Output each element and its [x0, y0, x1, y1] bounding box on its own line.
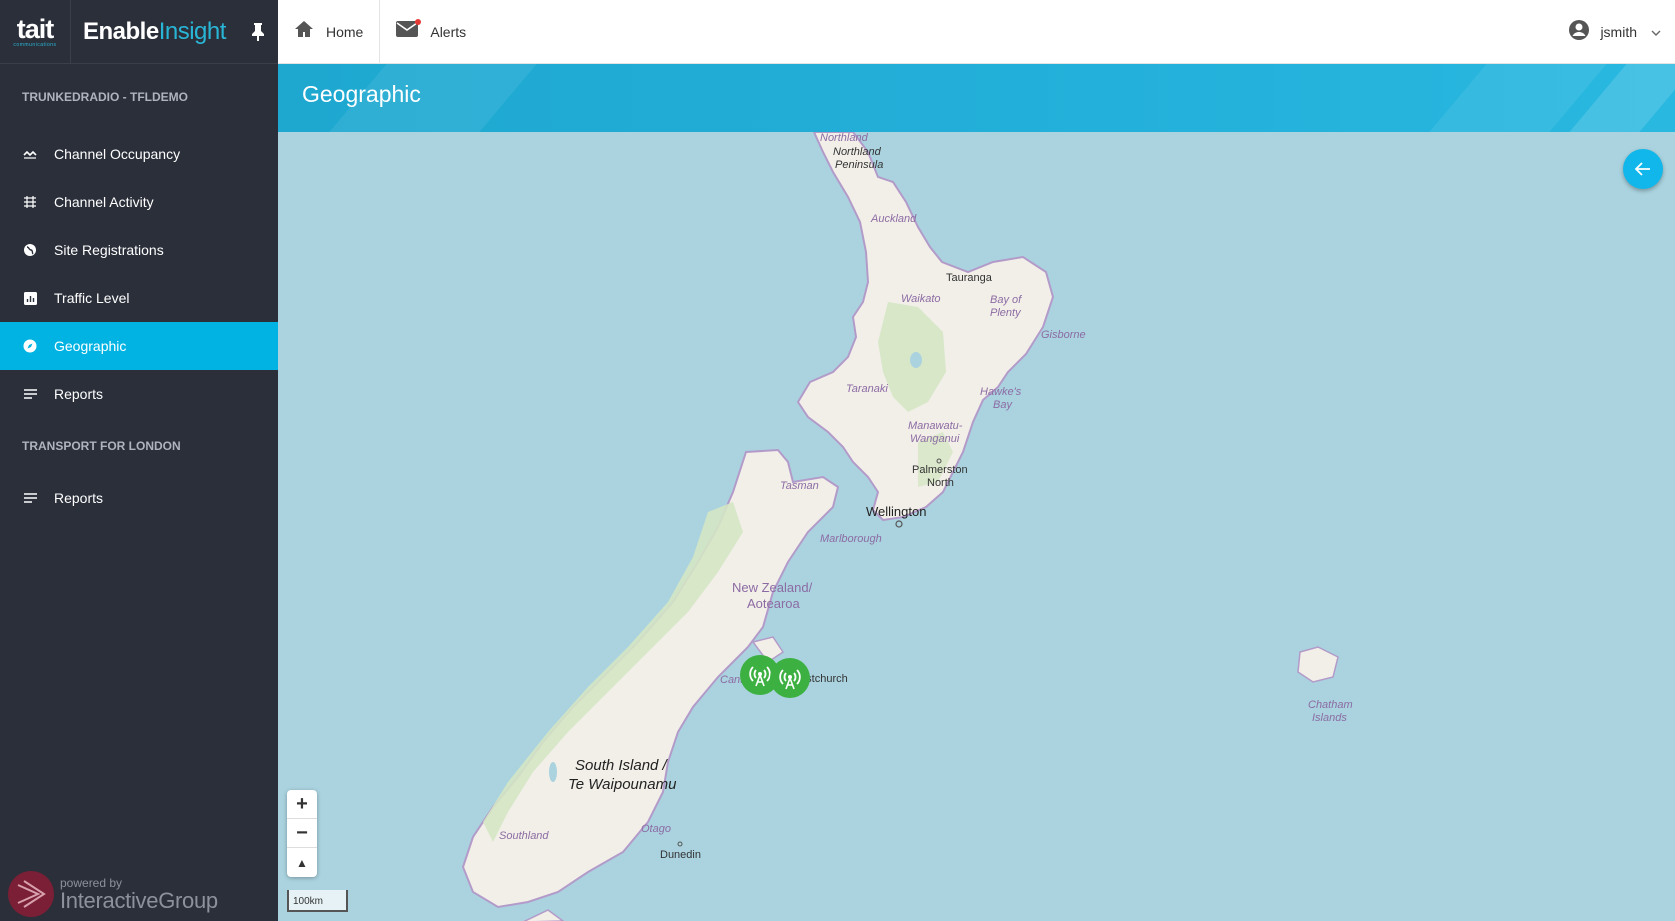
label-waikato: Waikato	[901, 293, 941, 305]
label-wellington: Wellington	[866, 504, 926, 519]
label-tauranga: Tauranga	[946, 272, 993, 284]
chatham-islands-shape	[1297, 646, 1339, 683]
label-otago: Otago	[641, 823, 671, 835]
radio-site-marker[interactable]	[770, 658, 810, 698]
zoom-in-button[interactable]: +	[287, 790, 317, 819]
sidebar-item-channel-occupancy[interactable]: Channel Occupancy	[0, 130, 278, 178]
label-northland: Northland	[820, 132, 869, 144]
bar-chart-icon	[22, 290, 38, 306]
sidebar-item-geographic[interactable]: Geographic	[0, 322, 278, 370]
sidebar-item-label: Geographic	[54, 338, 127, 354]
tait-logo-text: tait	[16, 13, 54, 44]
tait-logo[interactable]: tait communications	[0, 0, 71, 64]
label-hawkes-bay-1: Hawke's	[980, 386, 1022, 398]
top-bar: Home Alerts jsmith	[278, 0, 1675, 64]
label-bay-of-plenty-2: Plenty	[990, 307, 1022, 319]
home-icon	[294, 20, 314, 43]
radio-tower-icon	[779, 669, 801, 690]
zoom-out-button[interactable]: −	[287, 819, 317, 848]
lake-taupo	[910, 352, 922, 368]
alert-indicator	[415, 19, 422, 25]
label-palmerston-1: Palmerston	[912, 464, 968, 476]
label-marlborough: Marlborough	[820, 533, 882, 545]
label-chatham-1: Chatham	[1308, 699, 1353, 711]
label-south-island-1: South Island /	[575, 757, 669, 774]
sidebar-item-label: Traffic Level	[54, 290, 130, 306]
label-manawatu-1: Manawatu-	[908, 420, 963, 432]
sidebar-item-label: Reports	[54, 386, 104, 402]
sidebar-item-channel-activity[interactable]: Channel Activity	[0, 178, 278, 226]
radio-tower-icon	[749, 666, 771, 687]
app-name-part2: Insight	[158, 17, 227, 45]
sidebar-item-reports[interactable]: Reports	[0, 370, 278, 418]
label-northland-peninsula-1: Northland	[833, 146, 882, 158]
label-northland-peninsula-2: Peninsula	[835, 159, 883, 171]
tait-logo-tagline: communications	[13, 41, 57, 48]
compass-icon	[22, 338, 38, 354]
label-chatham-2: Islands	[1312, 712, 1347, 724]
user-name: jsmith	[1600, 24, 1637, 40]
list-icon	[22, 386, 38, 402]
sidebar-item-label: Site Registrations	[54, 242, 164, 258]
label-manawatu-2: Wanganui	[910, 433, 960, 445]
label-dunedin: Dunedin	[660, 849, 701, 861]
sidebar-item-traffic-level[interactable]: Traffic Level	[0, 274, 278, 322]
map-base-layer: Northland Auckland Waikato Bay of Plenty…	[461, 132, 1353, 921]
scale-bar: 100km	[287, 890, 348, 912]
brand-bar: tait communications EnableInsight	[0, 0, 278, 64]
wellington-dot	[895, 520, 903, 528]
sidebar: tait communications EnableInsight TRUNKE…	[0, 0, 278, 921]
label-gisborne: Gisborne	[1041, 329, 1086, 341]
occupancy-icon	[22, 146, 38, 162]
dunedin-dot	[677, 841, 683, 847]
reset-north-button[interactable]: ▲	[287, 848, 317, 877]
chevron-down-icon	[1651, 23, 1661, 41]
arrow-left-icon	[1635, 162, 1650, 176]
label-nz-2: Aotearoa	[747, 596, 801, 611]
label-southland: Southland	[499, 830, 549, 842]
home-button[interactable]: Home	[278, 0, 381, 64]
home-label: Home	[326, 23, 364, 40]
label-auckland: Auckland	[870, 213, 917, 225]
pin-icon[interactable]	[238, 22, 278, 41]
app-name-part1: Enable	[83, 17, 159, 45]
label-bay-of-plenty-1: Bay of	[990, 294, 1022, 306]
label-palmerston-2: North	[927, 477, 954, 489]
zoom-controls: + − ▲	[287, 790, 317, 877]
label-tasman: Tasman	[780, 480, 819, 492]
sidebar-item-label: Channel Activity	[54, 194, 154, 210]
sidebar-item-label: Channel Occupancy	[54, 146, 181, 162]
map-view[interactable]: Northland Auckland Waikato Bay of Plenty…	[278, 132, 1675, 921]
interactive-group-logo	[8, 871, 54, 917]
lake-wakatipu	[549, 762, 557, 782]
section-title-trunkedradio: TRUNKEDRADIO - TFLDEMO	[22, 90, 188, 104]
sidebar-item-tfl-reports[interactable]: Reports	[0, 474, 278, 522]
page-title: Geographic	[302, 81, 421, 107]
section-title-tfl: TRANSPORT FOR LONDON	[22, 439, 181, 453]
powered-by: powered by InteractiveGroup	[8, 871, 218, 917]
user-menu[interactable]: jsmith	[1568, 0, 1661, 64]
activity-icon	[22, 194, 38, 210]
app-logo[interactable]: EnableInsight	[71, 18, 238, 46]
mail-icon	[396, 19, 422, 42]
globe-icon	[22, 242, 38, 258]
list-icon	[22, 490, 38, 506]
page-header: Geographic	[278, 64, 1675, 132]
label-taranaki: Taranaki	[846, 383, 888, 395]
alerts-label: Alerts	[430, 23, 467, 40]
label-nz-1: New Zealand/	[732, 580, 813, 595]
alerts-button[interactable]: Alerts	[380, 0, 482, 64]
sidebar-item-label: Reports	[54, 490, 104, 506]
account-icon	[1568, 19, 1590, 46]
label-hawkes-bay-2: Bay	[993, 399, 1013, 411]
stewart-island	[523, 909, 565, 921]
sidebar-item-site-registrations[interactable]: Site Registrations	[0, 226, 278, 274]
label-south-island-2: Te Waipounamu	[568, 776, 677, 793]
powered-by-company: InteractiveGroup	[60, 888, 218, 913]
back-button[interactable]	[1623, 149, 1663, 189]
